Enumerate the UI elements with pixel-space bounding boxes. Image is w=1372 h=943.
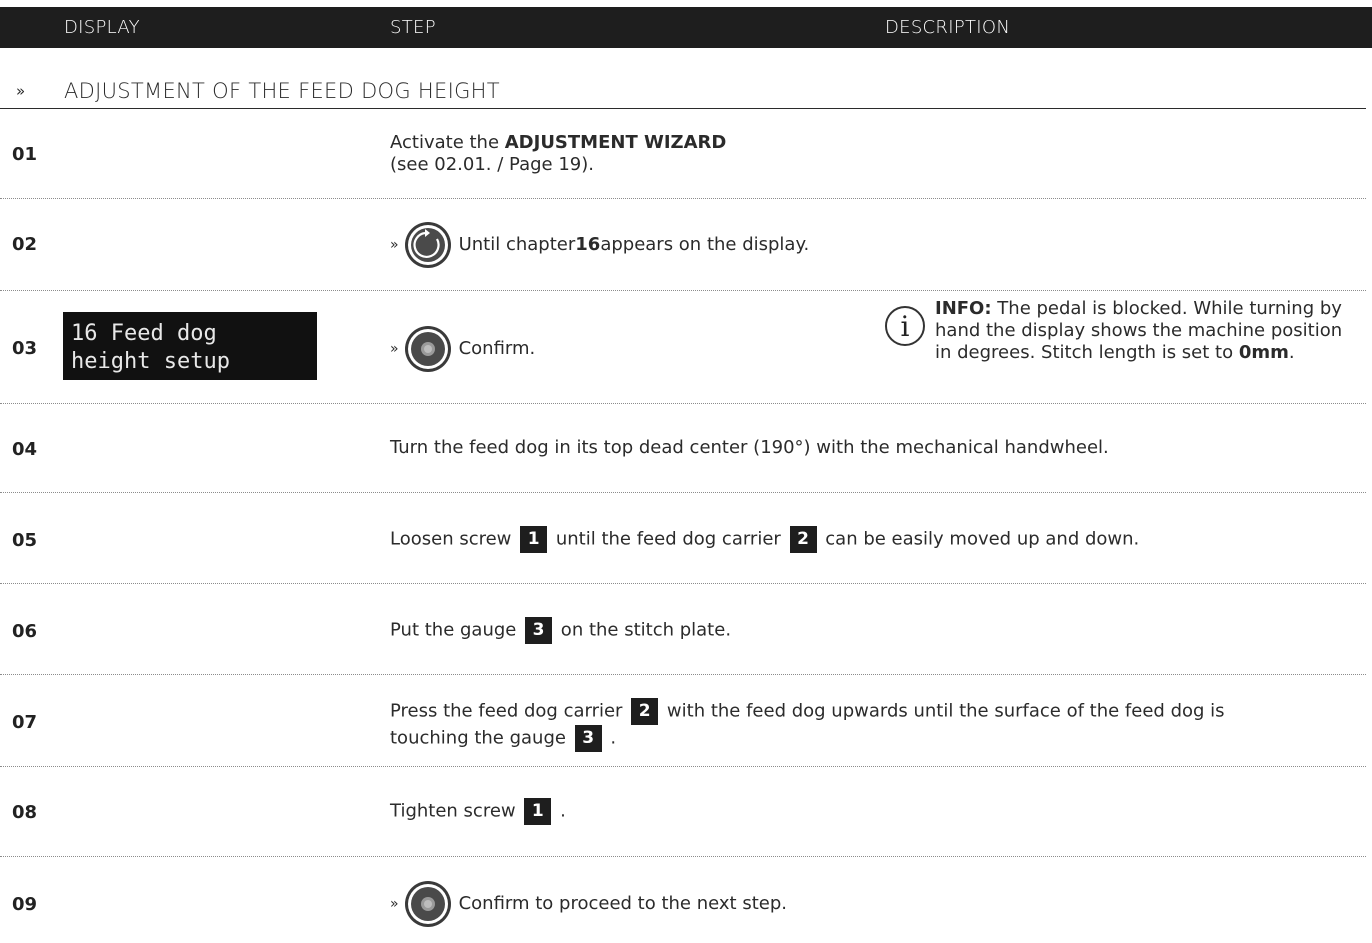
step-number: 08 <box>12 802 38 823</box>
step-text-part: Confirm. <box>458 338 536 359</box>
info-icon: i <box>885 306 925 346</box>
step-number: 06 <box>12 621 38 642</box>
header-display: DISPLAY <box>64 17 140 38</box>
header-step: STEP <box>390 17 436 38</box>
step-marker: » <box>390 896 399 912</box>
step-number: 02 <box>12 234 38 255</box>
step-number: 09 <box>12 894 38 915</box>
step-row-08: 08 Tighten screw 1 . <box>0 766 1366 857</box>
display-line-2: height setup <box>71 349 230 374</box>
display-line-1: 16 Feed dog <box>71 321 217 346</box>
step-text-part: touching the gauge <box>390 727 572 749</box>
step-text: Loosen screw 1 until the feed dog carrie… <box>390 526 1139 553</box>
step-text-part: Confirm to proceed to the next step. <box>458 893 787 914</box>
step-marker: » <box>390 237 399 253</box>
step-number: 03 <box>12 338 38 359</box>
step-emphasis: 16 <box>575 234 601 255</box>
step-row-05: 05 Loosen screw 1 until the feed dog car… <box>0 492 1366 584</box>
step-text: Turn the feed dog in its top dead center… <box>390 437 1109 458</box>
step-text: » Confirm to proceed to the next step. <box>390 879 787 929</box>
table-header: DISPLAY STEP DESCRIPTION <box>0 7 1372 48</box>
step-number: 07 <box>12 712 38 733</box>
step-text-part: Loosen screw <box>390 528 518 550</box>
step-number: 04 <box>12 439 38 460</box>
step-text-part: Until chapter <box>458 234 576 255</box>
step-row-09: 09 » Confirm to proceed to the next step… <box>0 856 1366 942</box>
step-text: » Confirm. <box>390 324 535 374</box>
info-emphasis: 0mm <box>1238 342 1289 363</box>
callout-badge: 3 <box>525 617 553 644</box>
step-row-04: 04 Turn the feed dog in its top dead cen… <box>0 403 1366 493</box>
step-text-part: can be easily moved up and down. <box>819 528 1140 550</box>
step-text-part: . <box>554 800 566 822</box>
step-text: » Until chapter 16 appears on the displa… <box>390 220 809 270</box>
header-description: DESCRIPTION <box>885 17 1011 38</box>
step-text-part: with the feed dog upwards until the surf… <box>661 700 1225 722</box>
step-text-part: Put the gauge <box>390 619 523 641</box>
info-text: INFO: The pedal is blocked. While turnin… <box>935 298 1345 364</box>
step-row-02: 02 » Until chapter 16 appears on the dis… <box>0 198 1366 291</box>
step-text: Tighten screw 1 . <box>390 798 566 825</box>
callout-badge: 1 <box>520 526 548 553</box>
step-text-part: until the feed dog carrier <box>550 528 787 550</box>
step-text-part: (see 02.01. / Page 19). <box>390 154 594 175</box>
callout-badge: 3 <box>574 725 602 752</box>
step-text: Press the feed dog carrier 2 with the fe… <box>390 698 1225 752</box>
step-text: Put the gauge 3 on the stitch plate. <box>390 617 731 644</box>
step-number: 01 <box>12 144 38 165</box>
step-emphasis: ADJUSTMENT WIZARD <box>504 132 727 153</box>
step-row-01: 01 Activate the ADJUSTMENT WIZARD (see 0… <box>0 108 1366 199</box>
step-marker: » <box>390 341 399 357</box>
info-label: INFO: <box>935 298 992 319</box>
step-row-06: 06 Put the gauge 3 on the stitch plate. <box>0 583 1366 675</box>
step-text-part: appears on the display. <box>600 234 810 255</box>
step-number: 05 <box>12 530 38 551</box>
push-knob-icon <box>404 881 451 927</box>
step-text: Activate the ADJUSTMENT WIZARD (see 02.0… <box>390 132 726 176</box>
callout-badge: 2 <box>789 526 817 553</box>
step-row-07: 07 Press the feed dog carrier 2 with the… <box>0 674 1366 767</box>
step-text-part: Activate the <box>390 132 505 153</box>
step-text-part: Tighten screw <box>390 800 522 822</box>
step-text-part: Press the feed dog carrier <box>390 700 629 722</box>
step-text-part: . <box>604 727 617 749</box>
section-title: ADJUSTMENT OF THE FEED DOG HEIGHT <box>64 79 500 103</box>
info-text-part: . <box>1288 342 1295 363</box>
section-marker: » <box>16 82 26 100</box>
step-text-part: on the stitch plate. <box>555 619 732 641</box>
machine-display-screen: 16 Feed dog height setup <box>63 312 317 380</box>
callout-badge: 2 <box>631 698 659 725</box>
rotary-knob-icon <box>404 222 451 268</box>
callout-badge: 1 <box>524 798 552 825</box>
section-heading: » ADJUSTMENT OF THE FEED DOG HEIGHT <box>0 76 1366 109</box>
push-knob-icon <box>404 326 451 372</box>
